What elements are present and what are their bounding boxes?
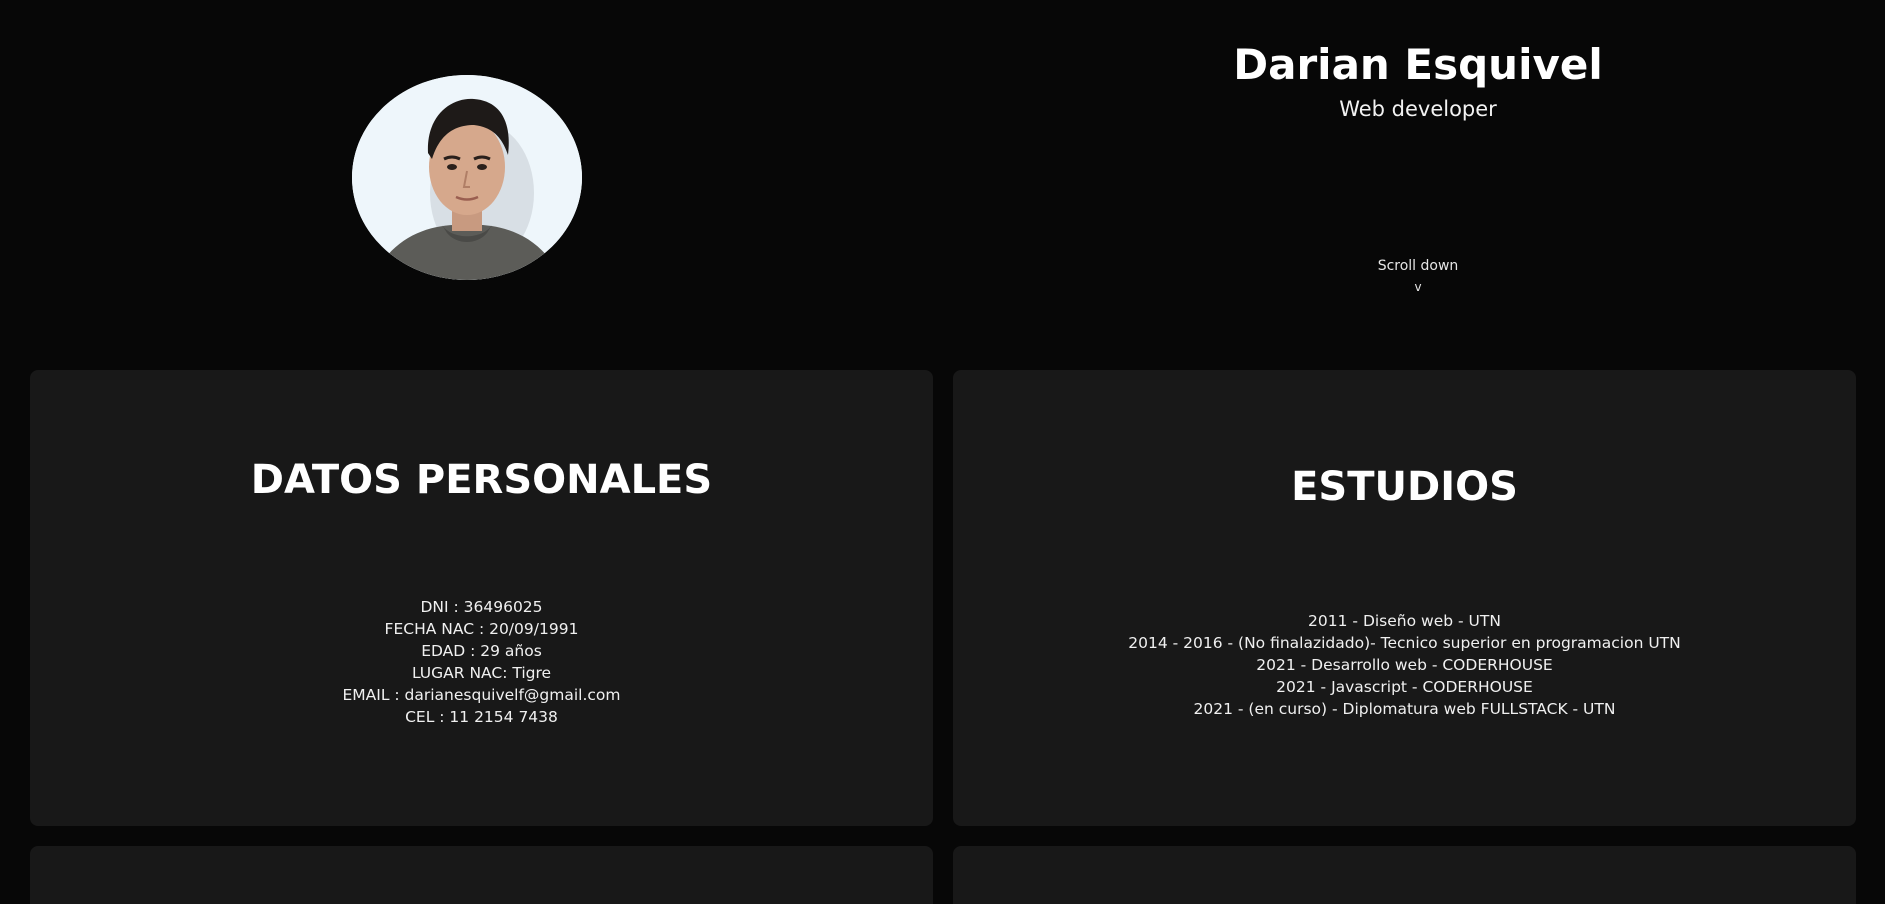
personal-data-list: DNI : 36496025 FECHA NAC : 20/09/1991 ED… — [30, 596, 933, 728]
study-item: 2011 - Diseño web - UTN — [1308, 612, 1501, 630]
developer-name: Darian Esquivel — [1233, 40, 1603, 89]
study-item: 2014 - 2016 - (No finalazidado)- Tecnico… — [1128, 634, 1681, 652]
personal-dni: DNI : 36496025 — [420, 598, 543, 616]
scroll-down-label[interactable]: Scroll down — [1378, 258, 1459, 274]
studies-list: 2011 - Diseño web - UTN 2014 - 2016 - (N… — [953, 610, 1856, 720]
hero-section: Darian Esquivel Web developer Scroll dow… — [0, 0, 1885, 350]
studies-title: ESTUDIOS — [1291, 464, 1518, 510]
personal-data-card: DATOS PERSONALES DNI : 36496025 FECHA NA… — [30, 370, 933, 826]
next-card-right — [953, 846, 1856, 904]
personal-data-title: DATOS PERSONALES — [250, 457, 713, 503]
study-item: 2021 - (en curso) - Diplomatura web FULL… — [1193, 700, 1616, 718]
hero-heading: Darian Esquivel Web developer — [1118, 36, 1718, 124]
chevron-down-icon[interactable]: v — [1318, 280, 1518, 294]
personal-birth-date: FECHA NAC : 20/09/1991 — [384, 620, 579, 638]
scroll-down-indicator[interactable]: Scroll down v — [1318, 258, 1518, 294]
study-item: 2021 - Javascript - CODERHOUSE — [1276, 678, 1533, 696]
next-card-left — [30, 846, 933, 904]
personal-email: EMAIL : darianesquivelf@gmail.com — [342, 686, 621, 704]
studies-card: ESTUDIOS 2011 - Diseño web - UTN 2014 - … — [953, 370, 1856, 826]
developer-role: Web developer — [1339, 97, 1497, 121]
profile-photo-image — [352, 75, 582, 280]
personal-phone: CEL : 11 2154 7438 — [405, 708, 558, 726]
profile-photo — [352, 75, 582, 280]
personal-birth-place: LUGAR NAC: Tigre — [411, 664, 552, 682]
personal-age: EDAD : 29 años — [421, 642, 542, 660]
page: Darian Esquivel Web developer Scroll dow… — [0, 0, 1885, 904]
study-item: 2021 - Desarrollo web - CODERHOUSE — [1256, 656, 1553, 674]
